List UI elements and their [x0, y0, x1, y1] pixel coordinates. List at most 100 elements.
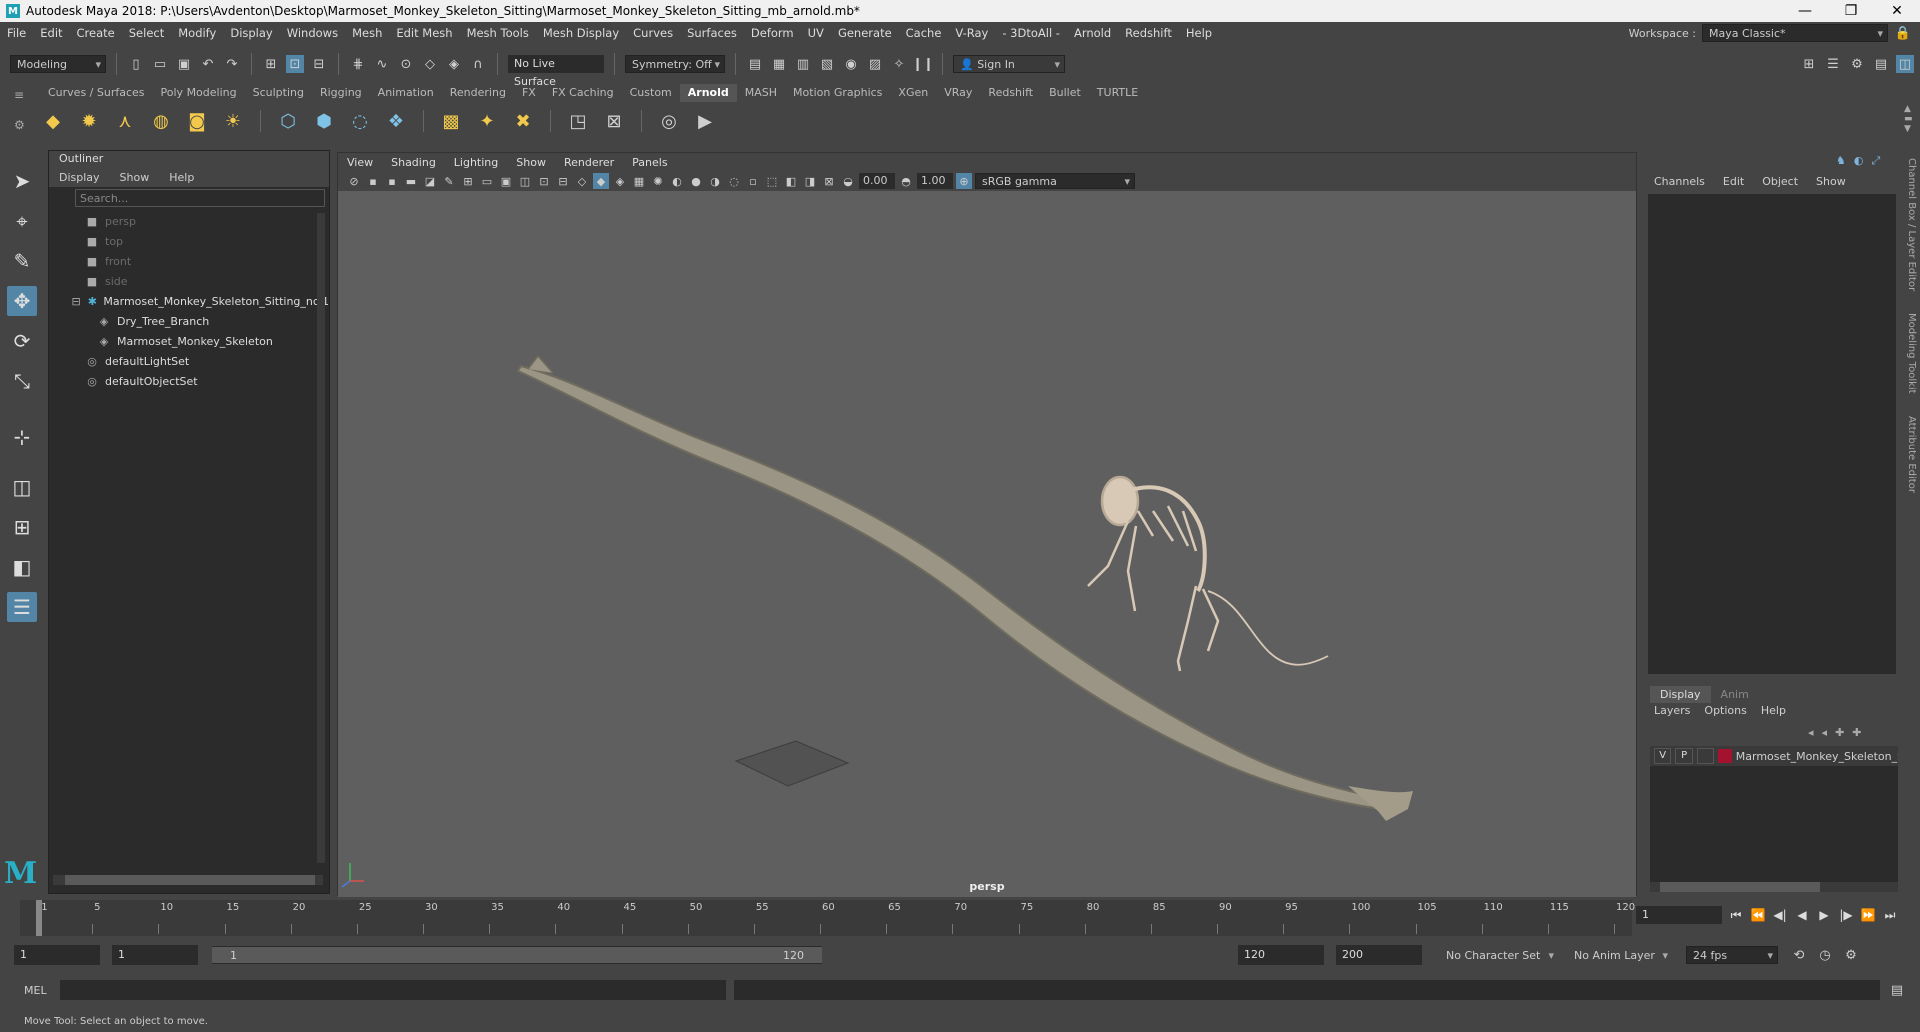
outliner-search-input[interactable]: Search...: [75, 189, 325, 207]
tool-settings-icon[interactable]: ⚙: [1848, 55, 1866, 73]
menu-arnold[interactable]: Arnold: [1067, 26, 1118, 40]
camera-attributes-icon[interactable]: ▪: [365, 173, 381, 189]
channel-box-icon[interactable]: ▤: [1872, 55, 1890, 73]
select-object-icon[interactable]: ⊡: [286, 55, 304, 73]
menu-help[interactable]: Help: [1179, 26, 1219, 40]
photometric-light-icon[interactable]: ⋏: [112, 108, 138, 134]
workspace-dropdown[interactable]: Maya Classic*: [1702, 24, 1888, 42]
scale-tool-icon[interactable]: ⤡: [7, 366, 37, 396]
outliner-item-dry-tree-branch[interactable]: ◈ Dry_Tree_Branch: [57, 311, 329, 331]
curve-collector-icon[interactable]: ❖: [383, 108, 409, 134]
tx-manager-icon[interactable]: ◳: [565, 108, 591, 134]
outliner-menu-help[interactable]: Help: [169, 171, 194, 184]
side-tab-channel-box[interactable]: Channel Box / Layer Editor: [1906, 152, 1917, 297]
pause-viewport-icon[interactable]: ❙❙: [912, 55, 934, 73]
symmetry-dropdown[interactable]: Symmetry: Off: [625, 55, 725, 73]
shelf-menu-icon[interactable]: ≡: [14, 88, 24, 102]
shelf-tab-vray[interactable]: VRay: [936, 84, 980, 102]
shelf-tab-arnold[interactable]: Arnold: [679, 84, 737, 102]
depth-of-field-icon[interactable]: ▫: [745, 173, 761, 189]
fps-dropdown[interactable]: 24 fps: [1686, 946, 1778, 964]
render-play-icon[interactable]: ▶: [692, 108, 718, 134]
outliner-layout-icon[interactable]: ☰: [7, 592, 37, 622]
new-scene-icon[interactable]: ▯: [127, 55, 145, 73]
color-management-icon[interactable]: ⊕: [956, 173, 972, 189]
script-type-label[interactable]: MEL: [24, 984, 58, 997]
menu-cache[interactable]: Cache: [899, 26, 949, 40]
menu-set-dropdown[interactable]: Modeling: [10, 55, 106, 73]
viewport-menu-shading[interactable]: Shading: [382, 156, 445, 169]
outliner-item-skeleton[interactable]: ◈ Marmoset_Monkey_Skeleton: [57, 331, 329, 351]
ambient-occlusion-icon[interactable]: ●: [688, 173, 704, 189]
shelf-tab-fx-caching[interactable]: FX Caching: [544, 84, 622, 102]
layer-display-type-toggle[interactable]: [1696, 748, 1715, 764]
light-portal-icon[interactable]: ◙: [184, 108, 210, 134]
save-scene-icon[interactable]: ▣: [175, 55, 193, 73]
play-backwards-icon[interactable]: ◀: [1794, 907, 1810, 923]
outliner-item-persp[interactable]: ■ persp: [57, 211, 329, 231]
physical-sky-icon[interactable]: ☀: [220, 108, 246, 134]
snap-point-icon[interactable]: ⊙: [397, 55, 415, 73]
mesh-light-icon[interactable]: ✹: [76, 108, 102, 134]
playback-start-field[interactable]: 1: [112, 945, 198, 965]
viewport-menu-lighting[interactable]: Lighting: [445, 156, 507, 169]
film-gate-icon[interactable]: ▭: [479, 173, 495, 189]
wireframe-on-shaded-icon[interactable]: ◈: [612, 173, 628, 189]
shelf-tab-redshift[interactable]: Redshift: [980, 84, 1041, 102]
shelf-tab-animation[interactable]: Animation: [370, 84, 442, 102]
layer-horizontal-scrollbar[interactable]: [1650, 882, 1898, 892]
paint-select-tool-icon[interactable]: ✎: [7, 246, 37, 276]
shelf-tab-turtle[interactable]: TURTLE: [1089, 84, 1146, 102]
menu-vray[interactable]: V-Ray: [948, 26, 995, 40]
menu-file[interactable]: File: [0, 26, 33, 40]
command-input[interactable]: [60, 980, 726, 1000]
four-view-layout-icon[interactable]: ⊞: [7, 512, 37, 542]
outliner-item-default-light-set[interactable]: ◎ defaultLightSet: [57, 351, 329, 371]
shelf-tab-bullet[interactable]: Bullet: [1041, 84, 1089, 102]
menu-3dtoall[interactable]: - 3DtoAll -: [995, 26, 1067, 40]
area-light-icon[interactable]: ◆: [40, 108, 66, 134]
character-set-dropdown[interactable]: No Character Set: [1440, 946, 1558, 964]
persp-outliner-layout-icon[interactable]: ◧: [7, 552, 37, 582]
layer-color-swatch[interactable]: [1718, 749, 1732, 763]
smooth-shade-icon[interactable]: ◆: [593, 173, 609, 189]
open-scene-icon[interactable]: ▭: [151, 55, 169, 73]
xray-joints-icon[interactable]: ◨: [802, 173, 818, 189]
gamma-field[interactable]: 1.00: [917, 173, 953, 189]
script-editor-icon[interactable]: ▤: [1888, 981, 1906, 999]
close-button[interactable]: ✕: [1874, 3, 1920, 19]
collapse-toggle-icon[interactable]: ⊟: [71, 295, 81, 308]
auto-key-icon[interactable]: ◷: [1816, 946, 1834, 964]
isolate-select-icon[interactable]: ⬚: [764, 173, 780, 189]
render-frame-icon[interactable]: ▦: [770, 55, 788, 73]
wireframe-icon[interactable]: ◇: [574, 173, 590, 189]
exposure-field[interactable]: 0.00: [859, 173, 895, 189]
volume-icon[interactable]: ◌: [347, 108, 373, 134]
skydome-light-icon[interactable]: ◍: [148, 108, 174, 134]
channel-menu-object[interactable]: Object: [1762, 175, 1798, 188]
menu-display[interactable]: Display: [223, 26, 279, 40]
viewport-menu-panels[interactable]: Panels: [623, 156, 676, 169]
outliner-item-front[interactable]: ■ front: [57, 251, 329, 271]
new-empty-layer-icon[interactable]: ✚: [1835, 726, 1844, 739]
ipr-render-icon[interactable]: ▥: [794, 55, 812, 73]
tool-toggle-icon[interactable]: ⤢: [1871, 154, 1880, 168]
export-standin-icon[interactable]: ⬢: [311, 108, 337, 134]
anti-aliasing-icon[interactable]: ◌: [726, 173, 742, 189]
anim-layer-dropdown[interactable]: No Anim Layer: [1568, 946, 1672, 964]
sign-in-button[interactable]: 👤 Sign In: [953, 55, 1065, 73]
shelf-tab-sculpting[interactable]: Sculpting: [245, 84, 312, 102]
outliner-vertical-scrollbar[interactable]: [317, 213, 325, 863]
step-forward-key-icon[interactable]: ⏩: [1860, 907, 1876, 923]
move-tool-icon[interactable]: ✥: [7, 286, 37, 316]
animation-start-field[interactable]: 1: [14, 945, 100, 965]
xray-icon[interactable]: ◧: [783, 173, 799, 189]
snap-magnet-icon[interactable]: ∩: [469, 55, 487, 73]
outliner-item-top[interactable]: ■ top: [57, 231, 329, 251]
side-tab-attribute-editor[interactable]: Attribute Editor: [1906, 410, 1917, 499]
undo-icon[interactable]: ↶: [199, 55, 217, 73]
snap-view-plane-icon[interactable]: ◇: [421, 55, 439, 73]
layer-row[interactable]: V P Marmoset_Monkey_Skeleton_S: [1650, 746, 1898, 766]
time-slider[interactable]: 1 5 10 15 20 25 30 35 40 45 50 55 60 65 70 75 80 85 90 95 10…: [20, 900, 1635, 936]
lock-icon[interactable]: 🔒: [1894, 24, 1912, 42]
